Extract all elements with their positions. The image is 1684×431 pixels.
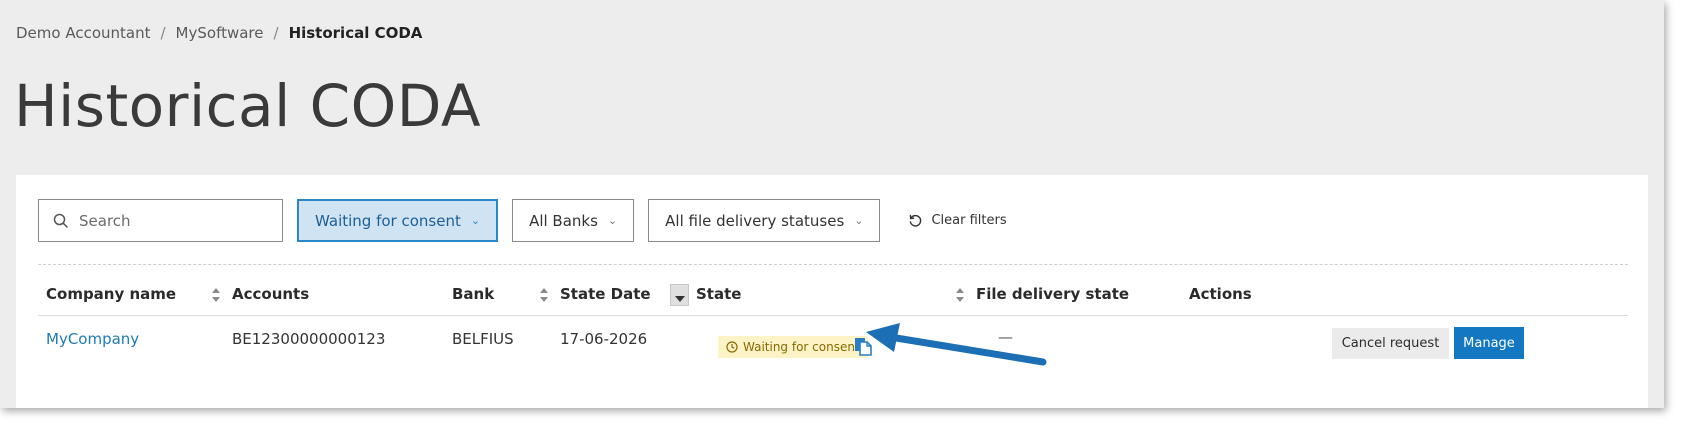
filter-bar: Waiting for consent ⌄ All Banks ⌄ All fi… (38, 199, 1007, 242)
column-header-state[interactable]: State (696, 285, 741, 303)
bank-filter-value: All Banks (529, 211, 598, 230)
state-date: 17-06-2026 (560, 330, 648, 348)
search-input[interactable] (79, 211, 269, 230)
breadcrumb-item-demo-accountant[interactable]: Demo Accountant (16, 24, 150, 42)
cancel-request-button[interactable]: Cancel request (1332, 328, 1449, 359)
breadcrumb-item-current: Historical CODA (288, 24, 423, 42)
manage-button[interactable]: Manage (1454, 327, 1524, 359)
sort-icon[interactable] (539, 287, 549, 303)
sort-icon[interactable] (955, 287, 965, 303)
column-header-state-date[interactable]: State Date (560, 285, 651, 303)
chevron-down-icon: ⌄ (854, 214, 864, 227)
bank-filter-dropdown[interactable]: All Banks ⌄ (512, 199, 635, 242)
status-badge: Waiting for consent (718, 336, 868, 358)
column-header-file-delivery-state: File delivery state (976, 285, 1130, 303)
table-row: MyCompany BE12300000000123 BELFIUS 17-06… (38, 316, 1628, 376)
search-icon (53, 213, 69, 228)
search-box[interactable] (38, 199, 283, 242)
breadcrumb-separator: / (273, 24, 279, 42)
state-filter-value: Waiting for consent (315, 211, 461, 230)
refresh-icon (910, 214, 922, 227)
clear-filters-button[interactable]: Clear filters (908, 213, 1007, 228)
page-title: Historical CODA (14, 72, 482, 140)
breadcrumb: Demo Accountant / MySoftware / Historica… (16, 24, 422, 42)
state-filter-dropdown[interactable]: Waiting for consent ⌄ (297, 199, 499, 242)
delivery-status-filter-dropdown[interactable]: All file delivery statuses ⌄ (648, 199, 881, 242)
breadcrumb-separator: / (160, 24, 166, 42)
content-panel: Waiting for consent ⌄ All Banks ⌄ All fi… (16, 175, 1648, 408)
status-badge-label: Waiting for consent (743, 340, 860, 354)
column-header-actions: Actions (1189, 285, 1252, 303)
account-number: BE12300000000123 (232, 330, 386, 348)
filter-divider (38, 264, 1628, 265)
company-name-link[interactable]: MyCompany (46, 330, 139, 348)
clear-filters-label: Clear filters (931, 213, 1007, 228)
sort-icon[interactable] (211, 287, 221, 303)
chevron-down-icon: ⌄ (470, 214, 481, 227)
callout-arrow-icon (866, 323, 1047, 366)
table-header: Company name Accounts Bank State Date St… (38, 279, 1628, 316)
clock-icon (726, 341, 738, 353)
column-header-accounts: Accounts (232, 285, 310, 303)
bank-name: BELFIUS (452, 330, 514, 348)
chevron-down-icon: ⌄ (607, 214, 618, 227)
column-header-bank[interactable]: Bank (452, 285, 494, 303)
breadcrumb-item-mysoftware[interactable]: MySoftware (176, 24, 264, 42)
delivery-status-filter-value: All file delivery statuses (665, 211, 845, 230)
app-window: Demo Accountant / MySoftware / Historica… (0, 0, 1664, 408)
column-header-company-name[interactable]: Company name (46, 285, 176, 303)
sort-descending-icon[interactable] (670, 284, 689, 306)
